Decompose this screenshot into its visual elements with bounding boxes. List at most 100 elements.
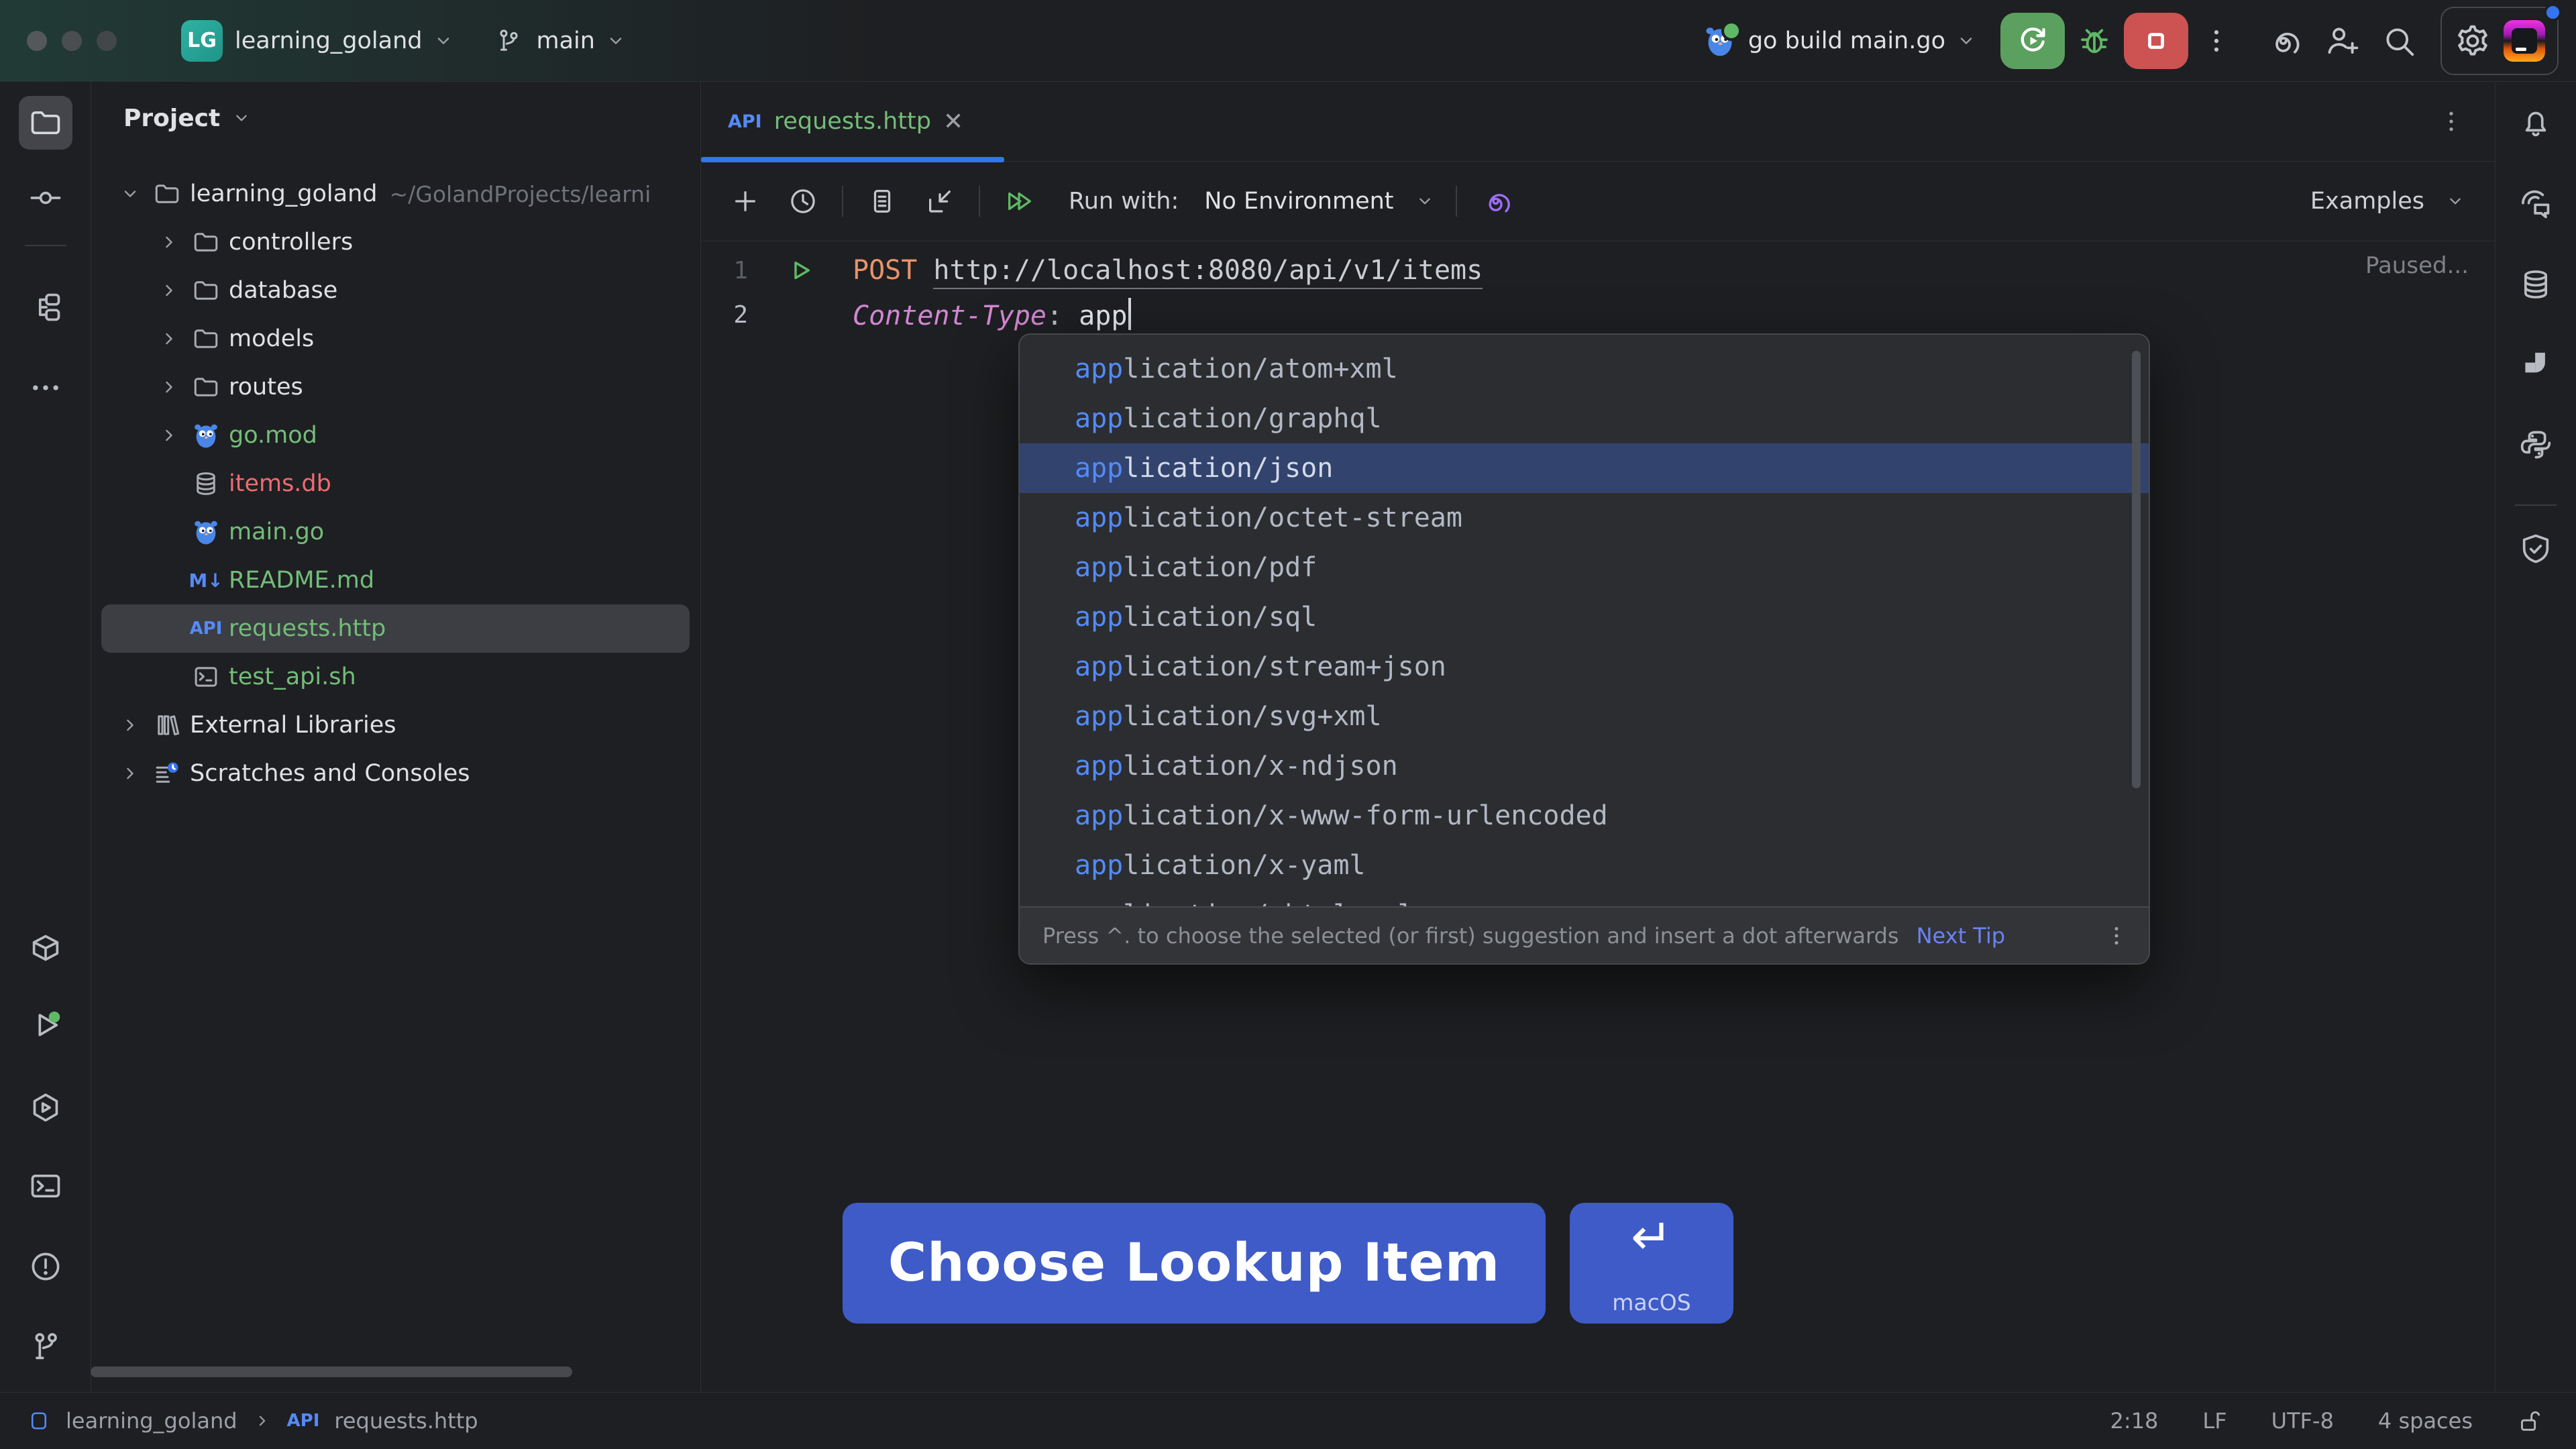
completion-item-application-stream-json[interactable]: application/stream+json bbox=[1020, 642, 2149, 692]
chevron-right-icon[interactable] bbox=[111, 762, 150, 785]
tab-requests-http[interactable]: API requests.http ✕ bbox=[701, 82, 990, 161]
more-tool-windows-icon[interactable] bbox=[19, 361, 72, 415]
vcs-branch-widget[interactable]: main bbox=[490, 22, 627, 60]
import-requests-icon[interactable] bbox=[921, 182, 959, 220]
tree-item-test-api-sh[interactable]: test_api.sh bbox=[101, 653, 690, 701]
project-folder-icon[interactable] bbox=[19, 96, 72, 150]
completion-item-application-pdf[interactable]: application/pdf bbox=[1020, 543, 2149, 592]
qodana-icon[interactable] bbox=[2509, 338, 2563, 392]
tree-item-external-libraries[interactable]: External Libraries bbox=[101, 701, 690, 749]
tree-item-requests-http[interactable]: APIrequests.http bbox=[101, 604, 690, 653]
environment-selector[interactable]: No Environment bbox=[1204, 188, 1393, 215]
chevron-right-icon[interactable] bbox=[150, 327, 189, 350]
add-request-icon[interactable] bbox=[727, 182, 764, 220]
chevron-down-icon[interactable] bbox=[111, 182, 150, 205]
completion-item-application-atom-xml[interactable]: application/atom+xml bbox=[1020, 344, 2149, 394]
chevron-right-icon[interactable] bbox=[150, 376, 189, 398]
breadcrumb-file[interactable]: requests.http bbox=[334, 1408, 478, 1434]
commit-icon[interactable] bbox=[19, 171, 72, 225]
package-checker-icon[interactable] bbox=[2509, 522, 2563, 576]
left-tool-strip bbox=[0, 82, 91, 1392]
tree-item-scratches-and-consoles[interactable]: Scratches and Consoles bbox=[101, 749, 690, 798]
header-key: Content-Type bbox=[853, 301, 1046, 331]
ai-assistant-chat-icon[interactable] bbox=[2509, 177, 2563, 231]
indent-widget[interactable]: 4 spaces bbox=[2378, 1408, 2473, 1434]
tree-item-go-mod[interactable]: go.mod bbox=[101, 411, 690, 460]
problems-icon[interactable] bbox=[19, 1240, 72, 1293]
copy-document-icon[interactable] bbox=[863, 182, 901, 220]
user-avatar[interactable] bbox=[2504, 20, 2545, 62]
services-icon[interactable] bbox=[19, 1081, 72, 1134]
settings-gear-icon[interactable] bbox=[2454, 22, 2491, 60]
chevron-right-icon[interactable] bbox=[150, 424, 189, 447]
ai-assistant-icon[interactable] bbox=[2265, 22, 2302, 60]
more-actions-kebab-icon[interactable] bbox=[2198, 22, 2235, 60]
tree-item-readme-md[interactable]: M↓README.md bbox=[101, 556, 690, 604]
run-configuration-widget[interactable]: go build main.go bbox=[1701, 22, 1978, 60]
tree-item-items-db[interactable]: items.db bbox=[101, 460, 690, 508]
chevron-right-icon[interactable] bbox=[111, 714, 150, 737]
run-all-requests-icon[interactable] bbox=[1000, 182, 1038, 220]
notifications-icon[interactable] bbox=[2509, 96, 2563, 150]
caret-position-widget[interactable]: 2:18 bbox=[2110, 1408, 2159, 1434]
tree-item-label: External Libraries bbox=[190, 712, 396, 739]
completion-item-application-x-ndjson[interactable]: application/x-ndjson bbox=[1020, 741, 2149, 791]
run-request-gutter-icon[interactable] bbox=[748, 256, 853, 284]
completion-item-application-json[interactable]: application/json bbox=[1020, 443, 2149, 493]
completion-item-application-svg-xml[interactable]: application/svg+xml bbox=[1020, 692, 2149, 741]
terminal-icon[interactable] bbox=[19, 1159, 72, 1213]
search-everywhere-icon[interactable] bbox=[2380, 22, 2418, 60]
completion-item-application-x-www-form-urlencoded[interactable]: application/x-www-form-urlencoded bbox=[1020, 791, 2149, 841]
tree-item-database[interactable]: database bbox=[101, 266, 690, 315]
chevron-down-icon bbox=[1414, 191, 1436, 212]
version-control-icon[interactable] bbox=[19, 1320, 72, 1374]
http-file-icon: API bbox=[728, 111, 762, 132]
tree-item-models[interactable]: models bbox=[101, 315, 690, 363]
status-bar: learning_goland API requests.http 2:18 L… bbox=[0, 1392, 2576, 1449]
code-with-me-icon[interactable] bbox=[2322, 22, 2360, 60]
window-zoom-button[interactable] bbox=[97, 31, 117, 51]
tree-item-learning-goland[interactable]: learning_goland~/GolandProjects/learni bbox=[101, 170, 690, 218]
project-panel-header[interactable]: Project bbox=[91, 82, 700, 154]
tree-item-main-go[interactable]: main.go bbox=[101, 508, 690, 556]
ai-convert-icon[interactable] bbox=[1477, 182, 1515, 220]
toolbar-separator bbox=[1456, 186, 1457, 217]
completion-item-application-sql[interactable]: application/sql bbox=[1020, 592, 2149, 642]
tree-item-controllers[interactable]: controllers bbox=[101, 218, 690, 266]
chevron-right-icon[interactable] bbox=[150, 279, 189, 302]
next-tip-link[interactable]: Next Tip bbox=[1917, 923, 2005, 949]
chevron-down-icon bbox=[1955, 30, 1978, 52]
library-icon bbox=[150, 711, 184, 739]
python-packages-icon[interactable] bbox=[19, 921, 72, 975]
hint-kebab-icon[interactable] bbox=[2104, 924, 2129, 948]
examples-dropdown[interactable]: Examples bbox=[2310, 188, 2424, 215]
stop-button[interactable] bbox=[2124, 13, 2188, 69]
project-widget[interactable]: learning_goland bbox=[235, 28, 455, 54]
debug-button[interactable] bbox=[2076, 22, 2113, 60]
completion-item-application-x-yaml[interactable]: application/x-yaml bbox=[1020, 841, 2149, 890]
horizontal-scrollbar[interactable] bbox=[91, 1366, 572, 1377]
breadcrumb: learning_goland API requests.http bbox=[27, 1408, 478, 1434]
line-ending-widget[interactable]: LF bbox=[2202, 1408, 2226, 1434]
strip-divider bbox=[2515, 504, 2557, 506]
python-console-icon[interactable] bbox=[2509, 418, 2563, 472]
rerun-button[interactable] bbox=[2000, 13, 2065, 69]
completion-item-application-octet-stream[interactable]: application/octet-stream bbox=[1020, 493, 2149, 543]
encoding-widget[interactable]: UTF-8 bbox=[2271, 1408, 2334, 1434]
unlocked-icon[interactable] bbox=[2517, 1407, 2544, 1434]
history-icon[interactable] bbox=[784, 182, 822, 220]
run-tool-icon[interactable] bbox=[19, 998, 72, 1052]
window-minimize-button[interactable] bbox=[62, 31, 82, 51]
window-close-button[interactable] bbox=[27, 31, 47, 51]
chevron-right-icon[interactable] bbox=[150, 231, 189, 254]
code-editor[interactable]: 1 POST http://localhost:8080/api/v1/item… bbox=[701, 241, 2496, 337]
tree-item-routes[interactable]: routes bbox=[101, 363, 690, 411]
header-value-typed: app bbox=[1079, 301, 1127, 331]
popup-scrollbar[interactable] bbox=[2132, 351, 2141, 788]
tab-options-kebab-icon[interactable] bbox=[2438, 108, 2465, 135]
database-icon[interactable] bbox=[2509, 258, 2563, 311]
breadcrumb-project[interactable]: learning_goland bbox=[66, 1408, 237, 1434]
structure-icon[interactable] bbox=[19, 280, 72, 334]
tab-close-icon[interactable]: ✕ bbox=[943, 108, 963, 136]
completion-item-application-graphql[interactable]: application/graphql bbox=[1020, 394, 2149, 443]
